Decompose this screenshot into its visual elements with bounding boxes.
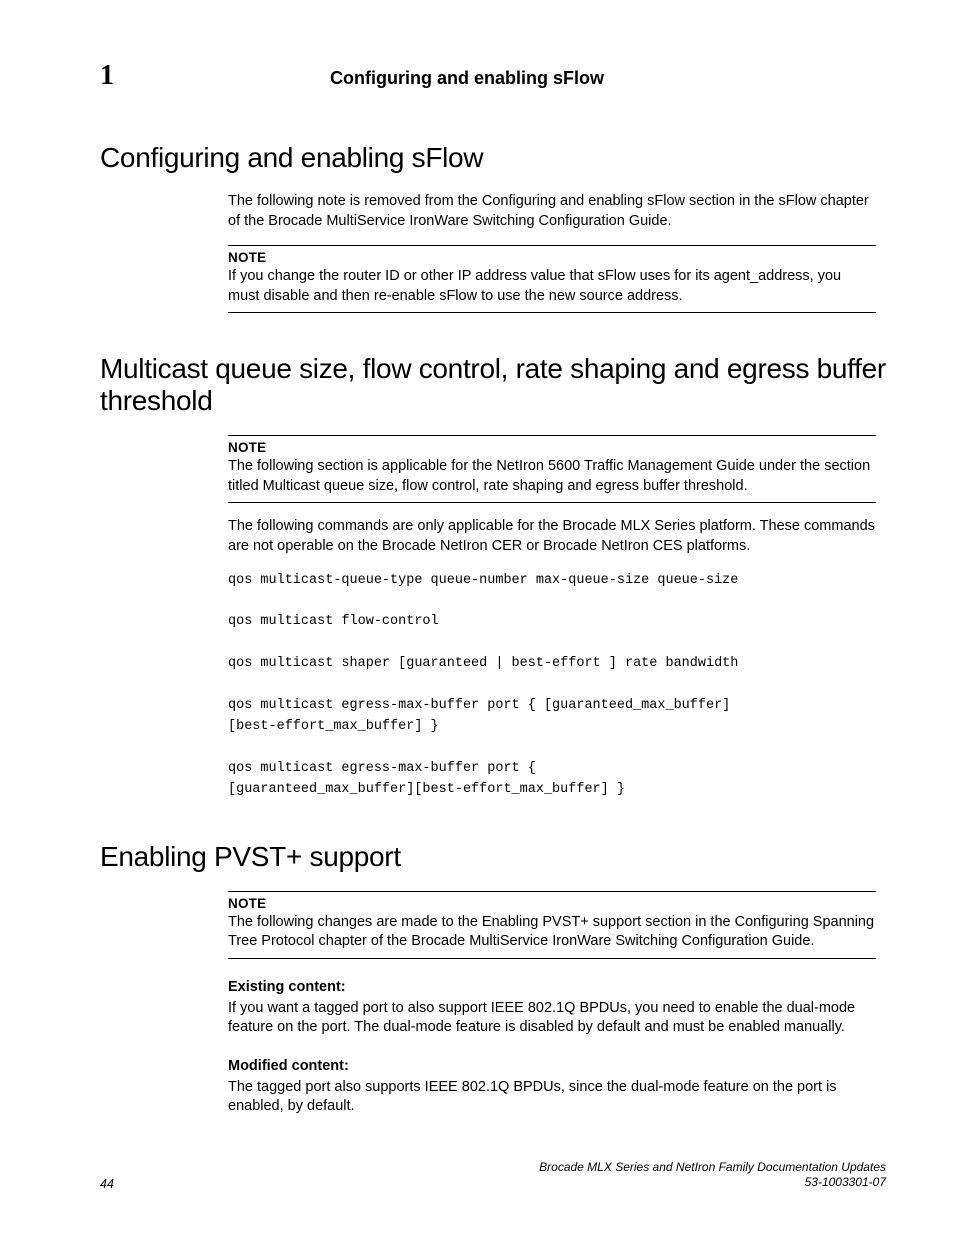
footer-doc-info: Brocade MLX Series and NetIron Family Do… bbox=[539, 1160, 886, 1191]
note-block-sflow: NOTE If you change the router ID or othe… bbox=[228, 245, 876, 313]
footer-doc-id: 53-1003301-07 bbox=[539, 1175, 886, 1191]
existing-content-label: Existing content: bbox=[228, 979, 876, 995]
note-body: If you change the router ID or other IP … bbox=[228, 267, 876, 306]
note-label: NOTE bbox=[228, 440, 876, 455]
page-footer: 44 Brocade MLX Series and NetIron Family… bbox=[100, 1160, 886, 1191]
section-title-multicast: Multicast queue size, flow control, rate… bbox=[100, 353, 886, 417]
note-block-multicast: NOTE The following section is applicable… bbox=[228, 435, 876, 503]
footer-doc-title: Brocade MLX Series and NetIron Family Do… bbox=[539, 1160, 886, 1176]
chapter-number: 1 bbox=[100, 60, 330, 92]
note-block-pvst: NOTE The following changes are made to t… bbox=[228, 891, 876, 959]
page-container: 1 Configuring and enabling sFlow Configu… bbox=[0, 0, 954, 1235]
note-body: The following section is applicable for … bbox=[228, 457, 876, 496]
multicast-paragraph: The following commands are only applicab… bbox=[228, 517, 876, 556]
note-body: The following changes are made to the En… bbox=[228, 913, 876, 952]
sflow-intro-paragraph: The following note is removed from the C… bbox=[228, 192, 876, 231]
note-label: NOTE bbox=[228, 896, 876, 911]
section-title-sflow: Configuring and enabling sFlow bbox=[100, 142, 886, 174]
modified-content-body: The tagged port also supports IEEE 802.1… bbox=[228, 1078, 876, 1117]
modified-content-label: Modified content: bbox=[228, 1058, 876, 1074]
footer-page-number: 44 bbox=[100, 1177, 114, 1191]
section-body-sflow: The following note is removed from the C… bbox=[228, 192, 876, 313]
section-body-pvst: NOTE The following changes are made to t… bbox=[228, 891, 876, 1117]
code-block-multicast: qos multicast-queue-type queue-number ma… bbox=[228, 571, 876, 801]
section-title-pvst: Enabling PVST+ support bbox=[100, 841, 886, 873]
existing-content-body: If you want a tagged port to also suppor… bbox=[228, 999, 876, 1038]
note-label: NOTE bbox=[228, 250, 876, 265]
section-body-multicast: NOTE The following section is applicable… bbox=[228, 435, 876, 800]
page-header: 1 Configuring and enabling sFlow bbox=[100, 60, 886, 92]
running-header-title: Configuring and enabling sFlow bbox=[330, 68, 886, 89]
